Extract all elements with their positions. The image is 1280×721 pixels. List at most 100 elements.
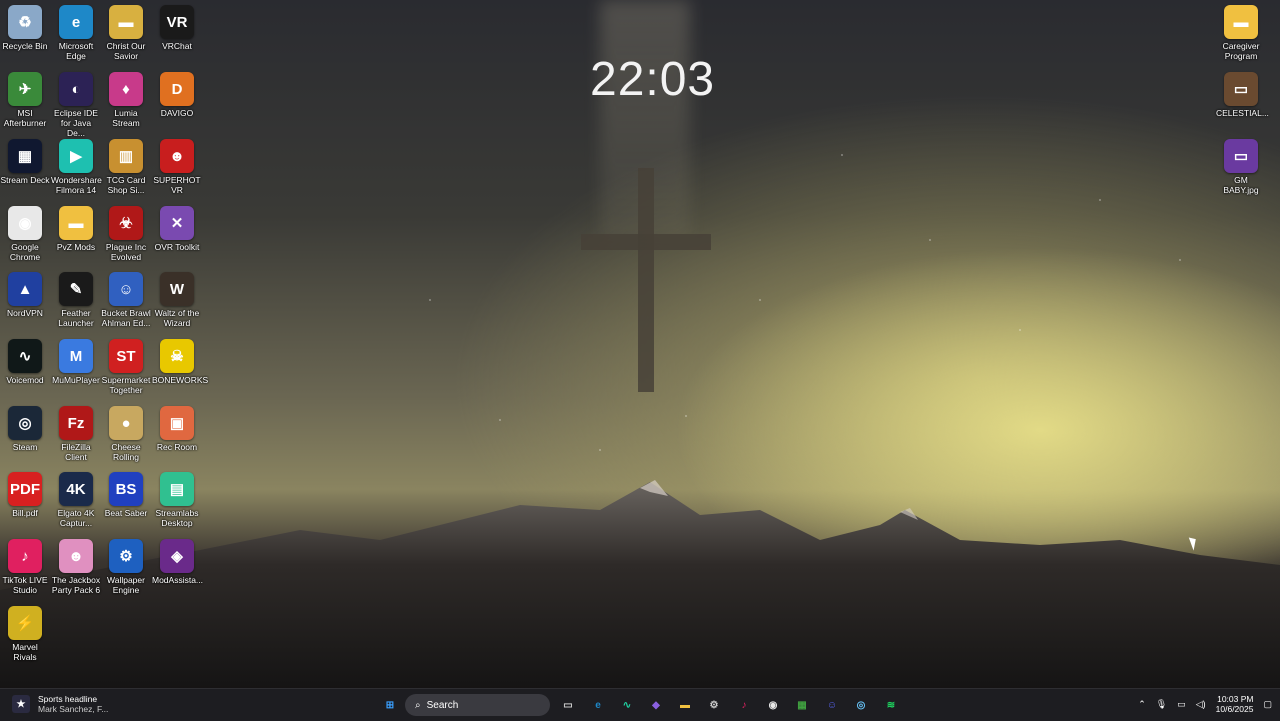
chrome-taskbar-icon[interactable]: ◉ [764, 696, 782, 714]
search-box[interactable]: ⌕ Search [405, 694, 550, 716]
desktop-icon-tcg-card[interactable]: ▥ TCG Card Shop Si... [101, 139, 151, 201]
stream-deck-icon: ▦ [8, 139, 42, 173]
start-button[interactable]: ⊞ [381, 696, 399, 714]
desktop-icon-supermarket[interactable]: ST Supermarket Together [101, 339, 151, 401]
volume-icon[interactable]: ◁) [1196, 699, 1206, 710]
waltz-wizard-icon: W [160, 272, 194, 306]
desktop-icon-steam[interactable]: ◎ Steam [0, 406, 50, 468]
desktop-icon-label: Supermarket Together [101, 375, 151, 395]
image-file-icon: ▭ [1224, 72, 1258, 106]
desktop-icon-folder[interactable]: ▬ PvZ Mods [51, 206, 101, 268]
desktop-icon-nordvpn[interactable]: ▲ NordVPN [0, 272, 50, 334]
desktop-icon-eclipse[interactable]: ◐ Eclipse IDE for Java De... [51, 72, 101, 138]
desktop-icon-label: Plague Inc Evolved [105, 242, 147, 262]
desktop-icon-right-2[interactable]: ▭ GM BABY.jpg [1216, 139, 1266, 201]
network-icon[interactable]: ▭ [1177, 699, 1186, 710]
chevron-up-icon[interactable]: ⌃ [1138, 699, 1146, 710]
desktop-icon-right-1[interactable]: ▭ CELESTIAL... [1216, 72, 1269, 134]
wallpaper-cross-vertical [638, 168, 654, 392]
taskbar-date: 10/6/2025 [1215, 704, 1254, 714]
desktop-icon-label: NordVPN [7, 308, 43, 318]
desktop-icon-recycle-bin[interactable]: ♻ Recycle Bin [0, 5, 50, 67]
desktop-icon-label: Beat Saber [104, 508, 148, 518]
file-explorer-icon[interactable]: ▬ [676, 696, 694, 714]
spotify-icon[interactable]: ≋ [882, 696, 900, 714]
desktop-icon-superhot[interactable]: ☻ SUPERHOT VR [152, 139, 202, 201]
filezilla-icon: Fz [59, 406, 93, 440]
desktop-icon-label: Elgato 4K Captur... [57, 508, 95, 528]
tiktok-taskbar-icon[interactable]: ♪ [735, 696, 753, 714]
desktop-icon-label: Recycle Bin [2, 41, 48, 51]
desktop-icon-mumuplayer[interactable]: M MuMuPlayer [51, 339, 101, 401]
desktop-icon-label: Bucket Brawl Ahlman Ed... [101, 308, 151, 328]
news-widget[interactable]: ★ Sports headline Mark Sanchez, F... [12, 694, 108, 714]
tcg-card-icon: ▥ [109, 139, 143, 173]
steam-icon: ◎ [8, 406, 42, 440]
search-label: Search [426, 699, 459, 711]
desktop-icon-filezilla[interactable]: Fz FileZilla Client [51, 406, 101, 468]
desktop-icon-bucket-brawl[interactable]: ☺ Bucket Brawl Ahlman Ed... [101, 272, 151, 334]
desktop-icon-ovr-toolkit[interactable]: ✕ OVR Toolkit [152, 206, 202, 268]
desktop-icon-label: Waltz of the Wizard [154, 308, 200, 328]
voicemod-taskbar-icon[interactable]: ∿ [618, 696, 636, 714]
search-icon: ⌕ [415, 699, 421, 711]
lumia-icon: ♦ [109, 72, 143, 106]
eclipse-icon: ◐ [59, 72, 93, 106]
beat-saber-icon: BS [109, 472, 143, 506]
desktop-icon-label: Eclipse IDE for Java De... [54, 108, 98, 138]
bucket-brawl-icon: ☺ [109, 272, 143, 306]
desktop-icon-modassistant[interactable]: ◈ ModAssista... [152, 539, 203, 601]
desktop-icon-label: MuMuPlayer [52, 375, 100, 385]
task-view-icon[interactable]: ▭ [559, 696, 577, 714]
desktop-icon-pdf[interactable]: PDF Bill.pdf [0, 472, 50, 534]
desktop-icon-voicemod[interactable]: ∿ Voicemod [0, 339, 50, 401]
news-subtitle: Mark Sanchez, F... [38, 704, 109, 714]
desktop-icon-chrome[interactable]: ◉ Google Chrome [0, 206, 50, 268]
desktop-icon-label: Google Chrome [9, 242, 41, 262]
taskbar-clock[interactable]: 10:03 PM 10/6/2025 [1216, 694, 1254, 714]
desktop-icon-plague[interactable]: ☣ Plague Inc Evolved [101, 206, 151, 268]
boneworks-icon: ☠ [160, 339, 194, 373]
edge-taskbar-icon[interactable]: e [589, 696, 607, 714]
desktop-icon-stream-deck[interactable]: ▦ Stream Deck [0, 139, 50, 201]
desktop-icon-streamlabs[interactable]: ▤ Streamlabs Desktop [152, 472, 202, 534]
desktop-icon-label: Voicemod [6, 375, 44, 385]
desktop-icon-folder-image[interactable]: ▬ Christ Our Savior [101, 5, 151, 67]
desktop-icon-beat-saber[interactable]: BS Beat Saber [101, 472, 151, 534]
desktop-icon-lumia[interactable]: ♦ Lumia Stream [101, 72, 151, 134]
desktop-icon-waltz-wizard[interactable]: W Waltz of the Wizard [152, 272, 202, 334]
desktop-icon-feather[interactable]: ✎ Feather Launcher [51, 272, 101, 334]
desktop-icon-msi-afterburner[interactable]: ✈ MSI Afterburner [0, 72, 50, 134]
copilot-icon[interactable]: ◆ [647, 696, 665, 714]
desktop-icon-davigo[interactable]: D DAVIGO [152, 72, 202, 134]
vrchat-icon: VR [160, 5, 194, 39]
desktop-icon-label: Christ Our Savior [106, 41, 146, 61]
wallpaper-engine-icon: ⚙ [109, 539, 143, 573]
desktop-icon-label: Feather Launcher [58, 308, 94, 328]
settings-taskbar-icon[interactable]: ⚙ [705, 696, 723, 714]
desktop-icon-tiktok[interactable]: ♪ TikTok LIVE Studio [0, 539, 50, 601]
desktop-icon-filmora[interactable]: ▶ Wondershare Filmora 14 [51, 139, 102, 201]
plague-icon: ☣ [109, 206, 143, 240]
desktop-icon-right-0[interactable]: ▬ Caregiver Program [1216, 5, 1266, 67]
desktop-icon-marvel-rivals[interactable]: ⚡ Marvel Rivals [0, 606, 50, 668]
steam-taskbar-icon[interactable]: ◎ [852, 696, 870, 714]
microphone-icon[interactable]: 🎙 [1156, 699, 1167, 710]
desktop-icon-jackbox[interactable]: ☻ The Jackbox Party Pack 6 [51, 539, 101, 601]
desktop-icon-label: Lumia Stream [112, 108, 140, 128]
desktop-icon-label: Wallpaper Engine [107, 575, 145, 595]
desktop-icon-edge[interactable]: e Microsoft Edge [51, 5, 101, 67]
desktop-clock: 22:03 [590, 53, 716, 106]
desktop-icon-cheese[interactable]: ● Cheese Rolling [101, 406, 151, 468]
minecraft-icon[interactable]: ▦ [793, 696, 811, 714]
notification-icon[interactable]: ▢ [1263, 699, 1272, 710]
desktop-icon-label: Rec Room [156, 442, 198, 452]
discord-icon[interactable]: ☺ [823, 696, 841, 714]
desktop-icon-wallpaper-engine[interactable]: ⚙ Wallpaper Engine [101, 539, 151, 601]
desktop-icon-vrchat[interactable]: VR VRChat [152, 5, 202, 67]
voicemod-icon: ∿ [8, 339, 42, 373]
folder-image-icon: ▬ [109, 5, 143, 39]
desktop-icon-elgato[interactable]: 4K Elgato 4K Captur... [51, 472, 101, 534]
desktop-icon-rec-room[interactable]: ▣ Rec Room [152, 406, 202, 468]
desktop-icon-boneworks[interactable]: ☠ BONEWORKS [152, 339, 208, 401]
